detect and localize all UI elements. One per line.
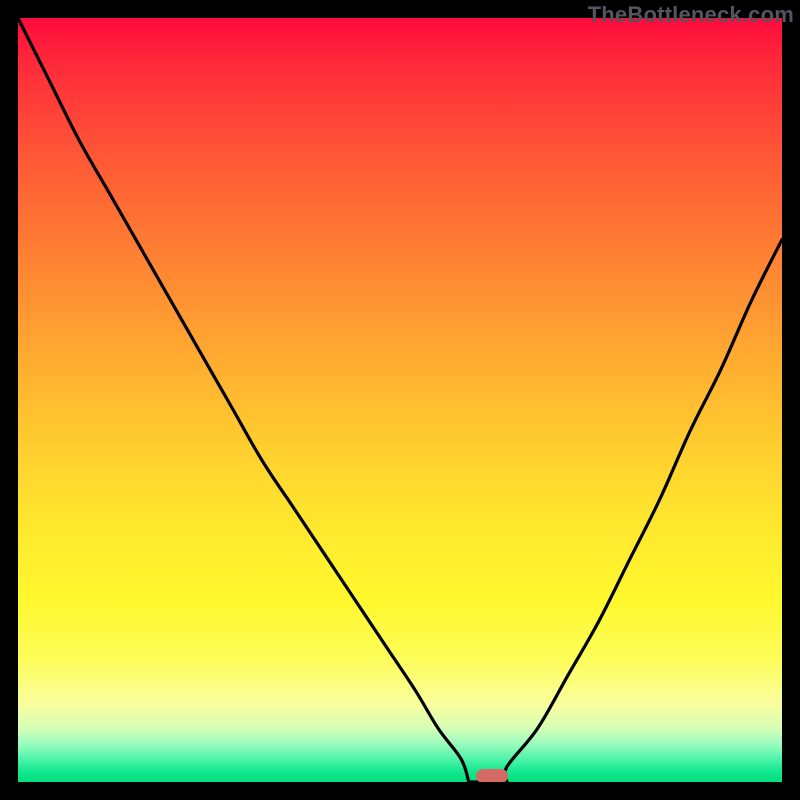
chart-frame: TheBottleneck.com (0, 0, 800, 800)
watermark-text: TheBottleneck.com (588, 2, 794, 28)
optimum-marker (476, 769, 508, 782)
bottleneck-curve (18, 18, 782, 782)
plot-area (18, 18, 782, 782)
